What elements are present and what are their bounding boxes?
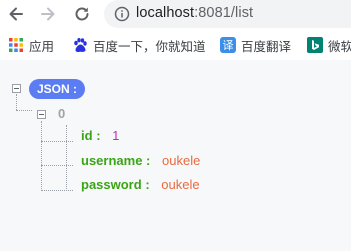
back-button[interactable] — [4, 2, 28, 26]
arrow-right-icon — [41, 7, 55, 21]
field-value: oukele — [162, 153, 201, 168]
tree-guide — [16, 94, 17, 110]
bookmark-label: 百度一下，你就知道 — [93, 39, 206, 54]
tree-guide — [66, 125, 67, 191]
json-field-id: id : 1 — [81, 128, 119, 143]
forward-button[interactable] — [36, 2, 60, 26]
json-viewer: JSON : 0 id : 1 username : oukele passwo… — [0, 60, 351, 251]
field-key: username — [81, 153, 143, 168]
tree-guide — [16, 110, 32, 111]
json-root-label: JSON : — [29, 79, 86, 99]
bookmark-label: 应用 — [29, 39, 55, 54]
tree-guide — [41, 121, 42, 191]
translate-icon: 译 — [220, 37, 236, 53]
url-path: :8081/list — [194, 5, 254, 21]
json-field-username: username : oukele — [81, 153, 200, 168]
tree-guide — [41, 141, 73, 142]
field-value: oukele — [161, 177, 200, 192]
field-colon: : — [146, 153, 151, 168]
bookmark-bing[interactable]: 微软 — [307, 36, 351, 54]
array-index: 0 — [58, 106, 66, 121]
bookmark-apps[interactable]: 应用 — [8, 36, 54, 54]
field-value: 1 — [112, 128, 120, 143]
address-bar[interactable]: localhost:8081/list — [104, 0, 351, 28]
reload-button[interactable] — [70, 2, 94, 26]
field-colon: : — [96, 128, 101, 143]
bing-icon — [307, 37, 323, 53]
reload-icon — [75, 7, 89, 21]
field-key: password — [81, 177, 142, 192]
tree-guide — [41, 165, 73, 166]
arrow-left-icon — [9, 7, 23, 21]
field-colon: : — [145, 177, 150, 192]
baidu-paw-icon — [74, 38, 87, 52]
bookmark-label: 微软 — [328, 39, 351, 54]
field-key: id — [81, 128, 93, 143]
url-host: localhost — [136, 5, 195, 21]
apps-grid-icon — [9, 38, 23, 52]
bookmark-baidu[interactable]: 百度一下，你就知道 — [72, 36, 206, 54]
url-text: localhost:8081/list — [136, 5, 253, 21]
browser-toolbar: localhost:8081/list — [0, 0, 351, 30]
tree-guide — [41, 190, 73, 191]
bookmark-baidu-fanyi[interactable]: 译 百度翻译 — [220, 36, 291, 54]
bookmark-label: 百度翻译 — [241, 39, 292, 54]
info-icon[interactable] — [114, 6, 130, 22]
collapse-root-toggle[interactable] — [12, 84, 21, 93]
json-field-password: password : oukele — [81, 177, 200, 192]
collapse-item-toggle[interactable] — [37, 110, 46, 119]
bookmarks-bar: 应用 百度一下，你就知道 译 百度翻译 微软 — [0, 30, 351, 60]
svg-text:译: 译 — [223, 39, 234, 52]
